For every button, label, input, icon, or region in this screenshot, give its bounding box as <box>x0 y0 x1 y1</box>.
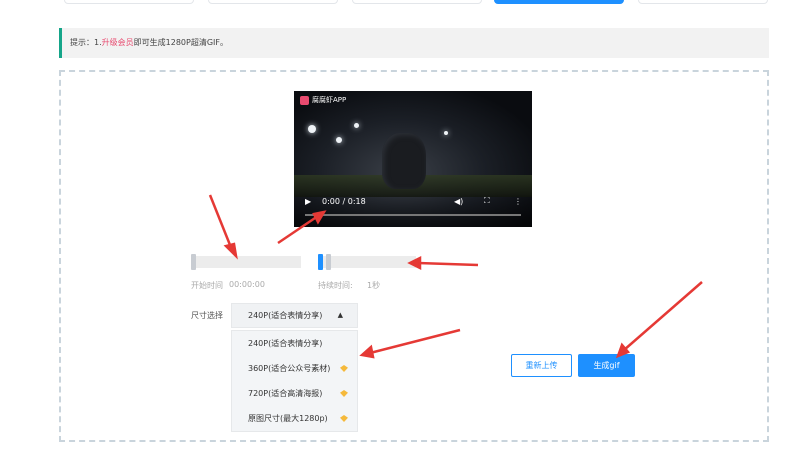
size-option[interactable]: 原图尺寸(最大1280p) <box>232 406 357 431</box>
tab-3[interactable] <box>352 0 482 4</box>
size-select[interactable]: 240P(适合表情分享) ▲ <box>231 303 358 328</box>
start-time-handle[interactable] <box>191 254 196 270</box>
volume-icon[interactable]: ◀) <box>454 197 463 206</box>
video-player[interactable]: 腐腐虾APP ▶ 0:00 / 0:18 ◀) ⛶ ⋮ <box>294 91 532 227</box>
duration-label: 持续时间: <box>318 281 353 290</box>
fullscreen-icon[interactable]: ⛶ <box>484 196 490 206</box>
start-time-label: 开始时间 <box>191 281 223 290</box>
size-option-label: 240P(适合表情分享) <box>248 339 323 348</box>
caret-up-icon: ▲ <box>337 311 343 319</box>
upgrade-link[interactable]: 升级会员 <box>102 38 134 47</box>
video-time: 0:00 / 0:18 <box>322 197 366 206</box>
tab-2[interactable] <box>208 0 338 4</box>
generate-gif-button[interactable]: 生成gif <box>578 354 635 377</box>
play-icon[interactable]: ▶ <box>305 197 311 206</box>
video-brand: 腐腐虾APP <box>300 95 346 105</box>
bokeh-light <box>444 131 448 135</box>
duration-slider[interactable] <box>318 254 416 270</box>
reupload-button[interactable]: 重新上传 <box>511 354 572 377</box>
size-selected-value: 240P(适合表情分享) <box>248 311 323 320</box>
tab-1[interactable] <box>64 0 194 4</box>
notice-bar: 提示：1.升级会员即可生成1280P超清GIF。 <box>59 28 769 58</box>
duration-handle-end[interactable] <box>326 254 331 270</box>
vip-diamond-icon <box>340 365 348 372</box>
size-label: 尺寸选择 <box>191 311 223 320</box>
duration-value: 1秒 <box>367 281 381 290</box>
more-icon[interactable]: ⋮ <box>514 197 522 206</box>
start-time-slider[interactable] <box>191 254 301 270</box>
size-option[interactable]: 360P(适合公众号素材) <box>232 356 357 381</box>
video-progress-bar[interactable] <box>305 214 521 216</box>
bokeh-light <box>336 137 342 143</box>
size-option-label: 720P(适合高清海报) <box>248 389 323 398</box>
tab-4-active[interactable] <box>494 0 624 4</box>
size-option[interactable]: 720P(适合高清海报) <box>232 381 357 406</box>
app-logo-icon <box>300 95 309 105</box>
vip-diamond-icon <box>340 415 348 422</box>
size-option-label: 360P(适合公众号素材) <box>248 364 331 373</box>
duration-handle[interactable] <box>318 254 323 270</box>
size-option-label: 原图尺寸(最大1280p) <box>248 414 328 423</box>
cat-figure <box>382 133 426 189</box>
vip-diamond-icon <box>340 390 348 397</box>
bokeh-light <box>354 123 359 128</box>
tab-5[interactable] <box>638 0 768 4</box>
start-time-value: 00:00:00 <box>229 280 265 289</box>
size-option[interactable]: 240P(适合表情分享) <box>232 331 357 356</box>
size-dropdown: 240P(适合表情分享) 360P(适合公众号素材) 720P(适合高清海报) … <box>231 330 358 432</box>
brand-name: 腐腐虾APP <box>312 96 347 104</box>
notice-suffix: 即可生成1280P超清GIF。 <box>133 38 228 47</box>
bokeh-light <box>308 125 316 133</box>
notice-prefix: 提示：1. <box>70 38 102 47</box>
